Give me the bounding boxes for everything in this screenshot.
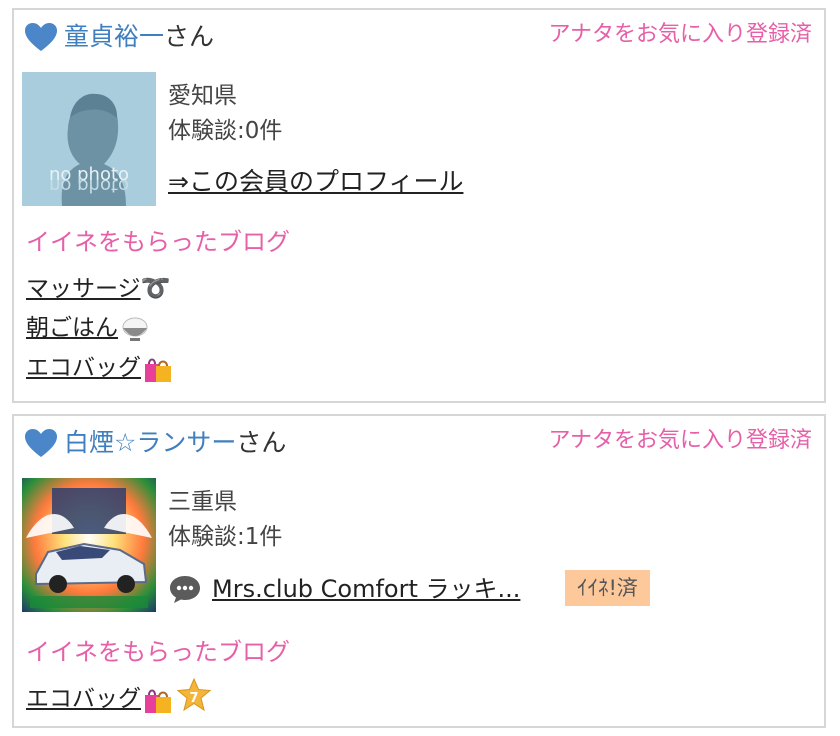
member-name[interactable]: 童貞裕一さん — [64, 20, 214, 54]
member-card: 白煙☆ランサーさん アナタをお気に入り登録済 三重県 体験談:1件 Mrs.cl… — [12, 414, 826, 728]
member-name-text[interactable]: 白煙☆ランサー — [64, 428, 236, 457]
experience-count: 体験談:0件 — [168, 118, 283, 144]
honorific: さん — [164, 22, 215, 51]
avatar[interactable] — [22, 478, 156, 612]
avatar[interactable]: no photo no photo — [22, 72, 156, 206]
experience-count: 体験談:1件 — [168, 524, 283, 550]
like-done-badge: ｲｲﾈ!済 — [565, 570, 650, 606]
heart-icon — [25, 429, 57, 457]
blog-link[interactable]: エコバッグ 7 — [26, 678, 211, 715]
liked-blogs-title: イイネをもらったブログ — [26, 228, 290, 256]
blog-link[interactable]: マッサージ➰ — [26, 272, 170, 305]
star-badge-number: 7 — [189, 691, 198, 706]
honorific: さん — [236, 428, 287, 457]
blog-link-title[interactable]: エコバッグ — [26, 686, 141, 712]
curly-loop-icon: ➰ — [140, 274, 171, 302]
blog-link-title[interactable]: エコバッグ — [26, 355, 141, 381]
review-link[interactable]: Mrs.club Comfort ラッキ... — [212, 572, 520, 606]
shopping-bags-icon — [145, 689, 171, 713]
member-card: 童貞裕一さん アナタをお気に入り登録済 no photo no photo 愛知… — [12, 8, 826, 403]
rice-bowl-icon — [122, 317, 148, 341]
car-photo-icon — [26, 488, 152, 608]
favorite-status: アナタをお気に入り登録済 — [548, 428, 812, 453]
blog-link-title[interactable]: 朝ごはん — [26, 315, 118, 341]
member-name-text[interactable]: 童貞裕一 — [64, 22, 164, 51]
speech-bubble-icon — [170, 576, 200, 603]
heart-icon — [25, 23, 57, 51]
avatar-no-photo-reflection: no photo — [49, 175, 129, 196]
shopping-bags-icon — [145, 358, 171, 382]
member-name[interactable]: 白煙☆ランサーさん — [64, 426, 286, 460]
profile-link[interactable]: ⇒この会員のプロフィール — [168, 165, 463, 199]
blog-link-title[interactable]: マッサージ — [26, 276, 141, 302]
no-photo-silhouette-icon: no photo no photo — [22, 72, 156, 206]
favorite-status: アナタをお気に入り登録済 — [548, 22, 812, 47]
blog-link[interactable]: 朝ごはん — [26, 312, 150, 344]
prefecture: 愛知県 — [168, 83, 237, 109]
liked-blogs-title: イイネをもらったブログ — [26, 638, 290, 666]
prefecture: 三重県 — [168, 489, 237, 515]
blog-link[interactable]: エコバッグ — [26, 352, 173, 384]
star-badge-icon: 7 — [177, 678, 211, 712]
